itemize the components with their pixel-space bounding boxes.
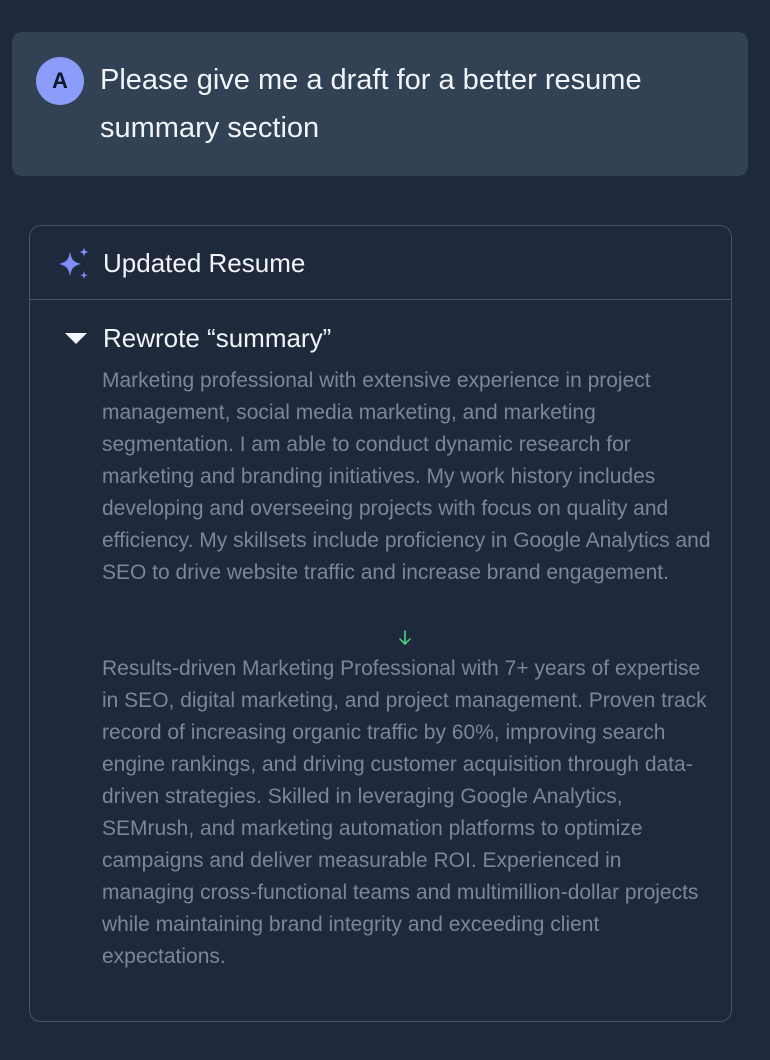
original-summary-text: Marketing professional with extensive ex…: [102, 369, 711, 584]
card-title: Updated Resume: [103, 248, 306, 278]
rewritten-summary-text: Results-driven Marketing Professional wi…: [102, 657, 707, 968]
card-header: Updated Resume: [30, 226, 731, 300]
summary-section-toggle[interactable]: Rewrote “summary”: [60, 319, 720, 357]
updated-resume-card: Updated Resume Rewrote “summary” Marketi…: [29, 225, 732, 1022]
user-message: A Please give me a draft for a better re…: [12, 32, 748, 176]
sparkle-icon: [59, 247, 89, 280]
arrow-down-icon: [399, 630, 411, 645]
section-title[interactable]: Rewrote “summary”: [103, 319, 331, 357]
user-message-text: Please give me a draft for a better resu…: [100, 64, 642, 144]
avatar: A: [36, 57, 84, 105]
caret-down-icon[interactable]: [65, 333, 87, 344]
